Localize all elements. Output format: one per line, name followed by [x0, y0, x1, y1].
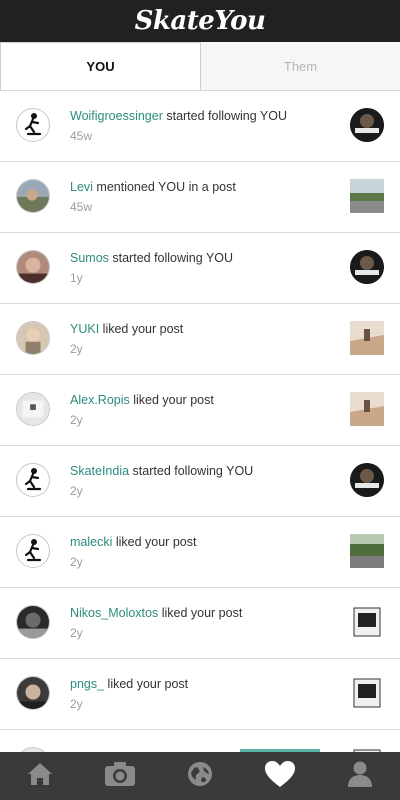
post-thumbnail[interactable]: [350, 392, 384, 426]
heart-icon: [264, 760, 296, 793]
notification-row[interactable]: Alex.Ropis liked your post 2y: [0, 375, 400, 446]
app-header: SkateYou: [0, 0, 400, 42]
avatar-photo[interactable]: [16, 321, 50, 355]
notification-text: pngs_ liked your post 2y: [70, 677, 340, 711]
username-link[interactable]: SkateIndia: [70, 464, 129, 478]
notification-action: liked your post: [158, 606, 243, 620]
notification-time: 45w: [70, 129, 93, 143]
notification-action: started following YOU: [108, 251, 234, 265]
notification-row[interactable]: Levi mentioned YOU in a post 45w: [0, 162, 400, 233]
tab-them[interactable]: Them: [201, 42, 400, 90]
home-icon: [26, 761, 54, 792]
nav-profile[interactable]: [320, 752, 400, 800]
avatar-photo[interactable]: [16, 605, 50, 639]
globe-icon: [186, 760, 214, 793]
username-link[interactable]: Levi: [70, 180, 93, 194]
username-link[interactable]: malecki: [70, 535, 112, 549]
username-link[interactable]: pngs_: [70, 677, 104, 691]
notification-text: Sumos started following YOU 1y: [70, 251, 340, 285]
notification-time: 2y: [70, 555, 83, 569]
avatar-skater-silhouette[interactable]: [16, 108, 50, 142]
username-link[interactable]: Sumos: [70, 251, 109, 265]
username-link[interactable]: Nikos_Moloxtos: [70, 606, 158, 620]
notification-row[interactable]: Nikos_Moloxtos liked your post 2y: [0, 588, 400, 659]
post-thumbnail[interactable]: [350, 321, 384, 355]
notification-row[interactable]: Sumos started following YOU 1y: [0, 233, 400, 304]
notification-text: YUKI liked your post 2y: [70, 322, 340, 356]
notification-action: liked your post: [99, 322, 184, 336]
profile-thumbnail[interactable]: [350, 108, 384, 142]
notification-text: Nikos_Moloxtos liked your post 2y: [70, 606, 340, 640]
post-thumbnail[interactable]: [350, 179, 384, 213]
camera-icon: [103, 760, 137, 793]
nav-explore[interactable]: [160, 752, 240, 800]
app-logo: SkateYou: [134, 6, 266, 36]
avatar-photo[interactable]: [16, 392, 50, 426]
nav-activity[interactable]: [240, 752, 320, 800]
notification-action: mentioned YOU in a post: [92, 180, 236, 194]
notification-action: liked your post: [129, 393, 214, 407]
avatar-photo[interactable]: [16, 250, 50, 284]
notification-action: liked your post: [104, 677, 189, 691]
post-thumbnail[interactable]: [350, 676, 384, 710]
avatar-photo[interactable]: [16, 179, 50, 213]
profile-thumbnail[interactable]: [350, 250, 384, 284]
tab-bar: YOU Them: [0, 42, 400, 91]
profile-icon: [347, 760, 373, 793]
nav-camera[interactable]: [80, 752, 160, 800]
notification-time: 2y: [70, 484, 83, 498]
username-link[interactable]: Alex.Ropis: [70, 393, 130, 407]
notification-time: 45w: [70, 200, 93, 214]
notification-row[interactable]: SkateIndia started following YOU 2y: [0, 446, 400, 517]
post-thumbnail[interactable]: [350, 534, 384, 568]
notification-text: Alex.Ropis liked your post 2y: [70, 393, 340, 427]
notification-row[interactable]: malecki liked your post 2y: [0, 517, 400, 588]
bottom-navigation: [0, 752, 400, 800]
notification-time: 1y: [70, 271, 83, 285]
notification-text: SkateIndia started following YOU 2y: [70, 464, 340, 498]
notification-list[interactable]: Woifigroessinger started following YOU 4…: [0, 91, 400, 752]
notification-row[interactable]: [0, 730, 400, 752]
tab-you[interactable]: YOU: [0, 42, 201, 90]
username-link[interactable]: YUKI: [70, 322, 99, 336]
notification-action: started following YOU: [129, 464, 254, 478]
avatar-skater-silhouette[interactable]: [16, 463, 50, 497]
notification-time: 2y: [70, 413, 83, 427]
notification-time: 2y: [70, 342, 83, 356]
notification-text: malecki liked your post 2y: [70, 535, 340, 569]
username-link[interactable]: Woifigroessinger: [70, 109, 163, 123]
notification-action: started following YOU: [162, 109, 288, 123]
notification-row[interactable]: YUKI liked your post 2y: [0, 304, 400, 375]
notification-row[interactable]: pngs_ liked your post 2y: [0, 659, 400, 730]
notification-row[interactable]: Woifigroessinger started following YOU 4…: [0, 91, 400, 162]
notification-time: 2y: [70, 697, 83, 711]
avatar-skater-silhouette[interactable]: [16, 534, 50, 568]
profile-thumbnail[interactable]: [350, 463, 384, 497]
nav-home[interactable]: [0, 752, 80, 800]
post-thumbnail[interactable]: [350, 605, 384, 639]
notification-action: liked your post: [112, 535, 197, 549]
notification-text: Woifigroessinger started following YOU 4…: [70, 109, 340, 143]
avatar-photo[interactable]: [16, 676, 50, 710]
notification-time: 2y: [70, 626, 83, 640]
notification-text: Levi mentioned YOU in a post 45w: [70, 180, 340, 214]
